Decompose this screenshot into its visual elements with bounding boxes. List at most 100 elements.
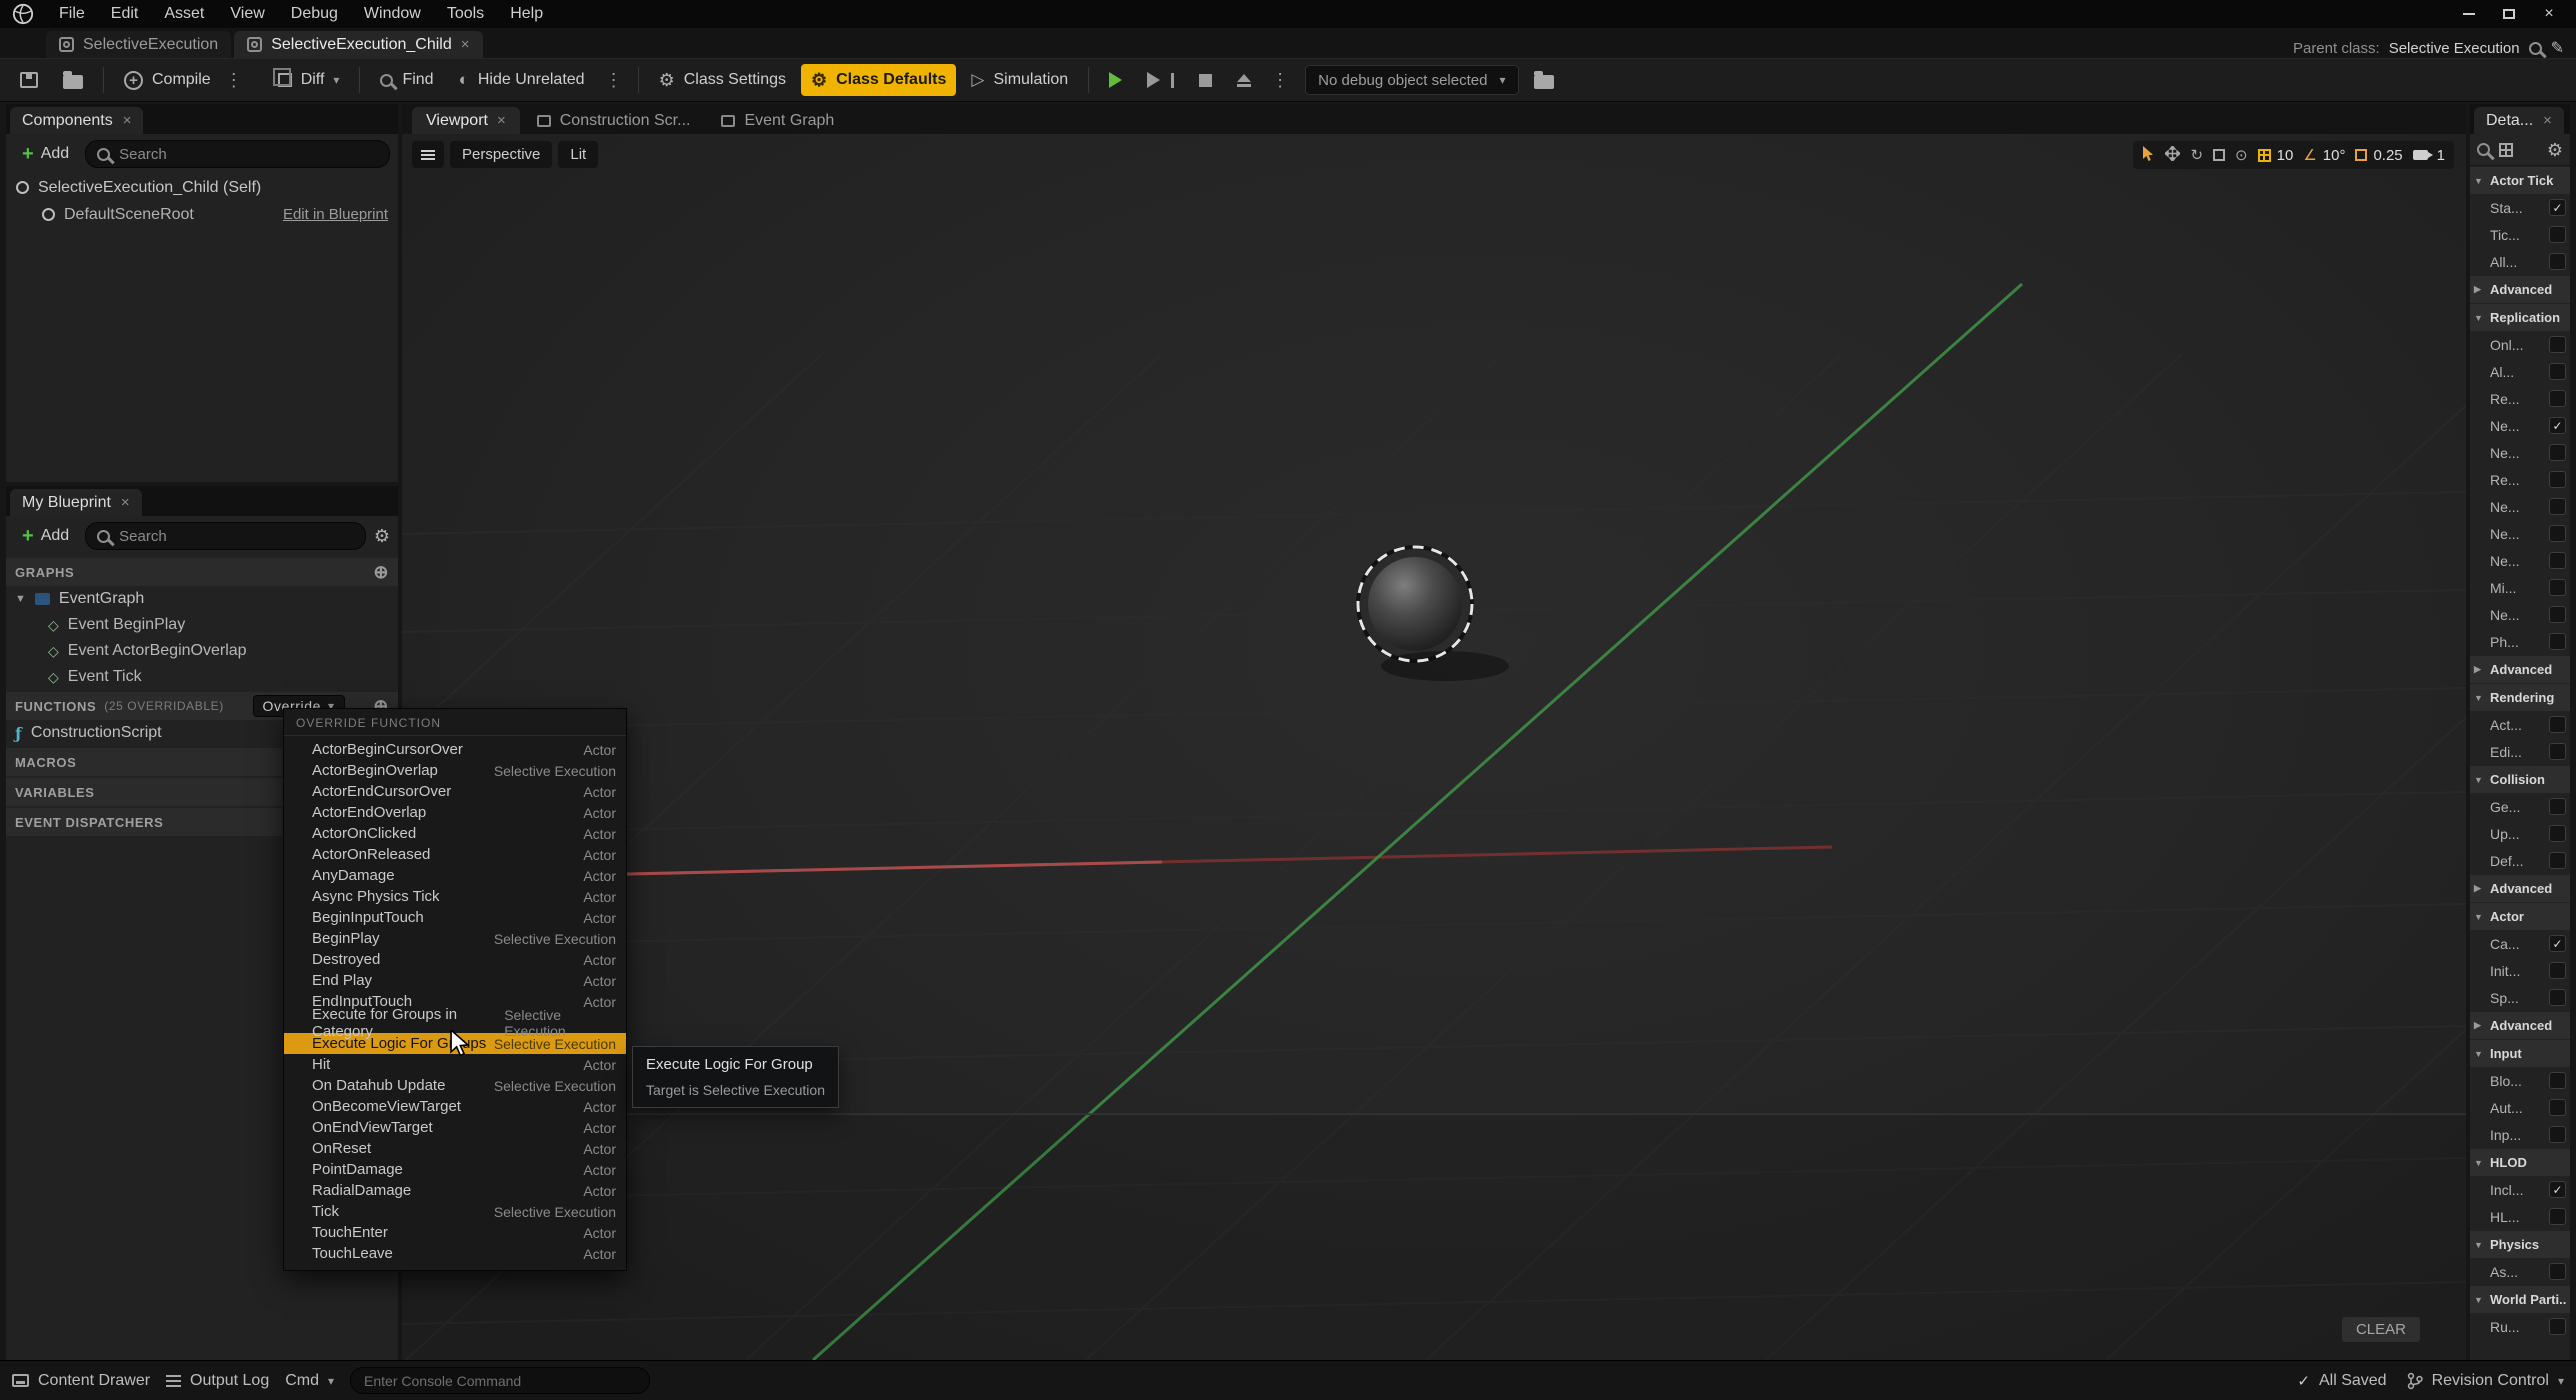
details-row[interactable]: Ne...: [2470, 601, 2570, 628]
event-node-row[interactable]: ◇ Event ActorBeginOverlap: [6, 638, 398, 664]
override-menu-item[interactable]: PointDamage Actor: [284, 1159, 626, 1180]
expander-arrow-icon[interactable]: [2474, 1240, 2486, 1250]
details-row[interactable]: Actor Tick: [2470, 167, 2570, 194]
checkbox[interactable]: [2549, 226, 2566, 243]
details-row[interactable]: Ne...: [2470, 547, 2570, 574]
revision-control-button[interactable]: Revision Control ▾: [2407, 1372, 2564, 1390]
menu-item[interactable]: Tools: [434, 0, 497, 28]
checkbox[interactable]: [2549, 716, 2566, 733]
checkbox[interactable]: [2549, 444, 2566, 461]
eventgraph-row[interactable]: ▼ EventGraph: [6, 586, 398, 612]
details-row[interactable]: Incl...: [2470, 1176, 2570, 1203]
event-node-row[interactable]: ◇ Event BeginPlay: [6, 612, 398, 638]
details-row[interactable]: Ne...: [2470, 412, 2570, 439]
close-tab-icon[interactable]: ×: [2543, 112, 2552, 129]
override-menu-item[interactable]: ActorEndOverlap Actor: [284, 802, 626, 823]
override-menu-item[interactable]: BeginPlay Selective Execution: [284, 928, 626, 949]
checkbox[interactable]: [2549, 552, 2566, 569]
checkbox[interactable]: [2549, 1263, 2566, 1280]
details-row[interactable]: Advanced: [2470, 656, 2570, 683]
camera-speed-control[interactable]: 1: [2413, 147, 2445, 164]
menu-item[interactable]: Window: [351, 0, 434, 28]
class-settings-button[interactable]: ⚙ Class Settings: [649, 64, 796, 96]
menu-item[interactable]: File: [46, 0, 98, 28]
close-tab-icon[interactable]: ×: [497, 112, 506, 129]
details-row[interactable]: Ru...: [2470, 1313, 2570, 1340]
override-menu-item[interactable]: TouchEnter Actor: [284, 1222, 626, 1243]
asset-tab[interactable]: SelectiveExecution ×: [46, 31, 231, 58]
details-row[interactable]: Inp...: [2470, 1121, 2570, 1148]
details-row[interactable]: HL...: [2470, 1203, 2570, 1230]
override-menu-item[interactable]: On Datahub Update Selective Execution: [284, 1075, 626, 1096]
edit-in-blueprint-link[interactable]: Edit in Blueprint: [283, 206, 388, 223]
menu-item[interactable]: View: [217, 0, 277, 28]
menu-item[interactable]: Debug: [278, 0, 351, 28]
checkbox[interactable]: [2549, 852, 2566, 869]
expander-arrow-icon[interactable]: [2474, 912, 2486, 922]
details-row[interactable]: Act...: [2470, 711, 2570, 738]
details-row[interactable]: Advanced: [2470, 1012, 2570, 1039]
save-status[interactable]: ✓ All Saved: [2297, 1372, 2386, 1390]
asset-tab[interactable]: SelectiveExecution_Child ×: [234, 31, 482, 58]
close-tab-icon[interactable]: ×: [461, 36, 470, 53]
checkbox[interactable]: [2549, 417, 2566, 434]
override-menu-item[interactable]: ActorOnClicked Actor: [284, 823, 626, 844]
stop-button[interactable]: [1189, 64, 1222, 96]
details-row[interactable]: Sp...: [2470, 984, 2570, 1011]
console-command-input[interactable]: [350, 1367, 650, 1394]
details-row[interactable]: Advanced: [2470, 276, 2570, 303]
expander-arrow-icon[interactable]: [2474, 176, 2486, 186]
class-defaults-button[interactable]: ⚙ Class Defaults: [801, 64, 956, 96]
checkbox[interactable]: [2549, 498, 2566, 515]
maximize-button[interactable]: [2492, 3, 2526, 25]
expander-arrow-icon[interactable]: [2474, 664, 2486, 675]
override-menu-item[interactable]: TouchLeave Actor: [284, 1243, 626, 1264]
details-row[interactable]: Ne...: [2470, 493, 2570, 520]
override-menu-item[interactable]: Async Physics Tick Actor: [284, 886, 626, 907]
add-new-button[interactable]: + Add: [14, 522, 77, 550]
details-row[interactable]: Al...: [2470, 358, 2570, 385]
close-button[interactable]: ×: [2532, 3, 2566, 25]
lit-mode-button[interactable]: Lit: [558, 141, 598, 168]
override-menu-item[interactable]: ActorBeginCursorOver Actor: [284, 739, 626, 760]
expander-arrow-icon[interactable]: [2474, 284, 2486, 295]
event-node-row[interactable]: ◇ Event Tick: [6, 664, 398, 690]
checkbox[interactable]: [2549, 798, 2566, 815]
document-tab[interactable]: Construction Scr... ×: [523, 107, 705, 134]
menu-item[interactable]: Help: [497, 0, 556, 28]
override-menu-item[interactable]: BeginInputTouch Actor: [284, 907, 626, 928]
details-row[interactable]: Init...: [2470, 957, 2570, 984]
details-row[interactable]: Actor: [2470, 903, 2570, 930]
details-row[interactable]: Up...: [2470, 820, 2570, 847]
eject-button[interactable]: [1227, 64, 1261, 96]
details-row[interactable]: Ge...: [2470, 793, 2570, 820]
details-row[interactable]: Tic...: [2470, 221, 2570, 248]
checkbox[interactable]: [2549, 525, 2566, 542]
details-row[interactable]: Physics: [2470, 1231, 2570, 1258]
hide-unrelated-button[interactable]: ◐ Hide Unrelated: [449, 64, 595, 96]
world-space-icon[interactable]: ⊙: [2235, 148, 2248, 163]
checkbox[interactable]: [2549, 253, 2566, 270]
details-row[interactable]: Def...: [2470, 847, 2570, 874]
override-menu-item[interactable]: OnReset Actor: [284, 1138, 626, 1159]
details-row[interactable]: Input: [2470, 1040, 2570, 1067]
close-tab-icon[interactable]: ×: [123, 112, 132, 129]
details-row[interactable]: Ne...: [2470, 520, 2570, 547]
search-icon[interactable]: [2529, 42, 2542, 55]
details-row[interactable]: As...: [2470, 1258, 2570, 1285]
expander-arrow-icon[interactable]: [2474, 1295, 2486, 1305]
expander-arrow-icon[interactable]: ▼: [15, 593, 26, 605]
compile-options-icon[interactable]: ⋮: [220, 70, 248, 91]
checkbox[interactable]: [2549, 579, 2566, 596]
scale-snap-control[interactable]: 0.25: [2355, 147, 2402, 164]
frame-skip-button[interactable]: [1137, 64, 1184, 96]
components-tab[interactable]: Components ×: [10, 107, 143, 134]
checkbox[interactable]: [2549, 633, 2566, 650]
component-tree-row[interactable]: SelectiveExecution_Child (Self): [6, 174, 398, 201]
details-row[interactable]: Sta...: [2470, 194, 2570, 221]
checkbox[interactable]: [2549, 989, 2566, 1006]
checkbox[interactable]: [2549, 1208, 2566, 1225]
details-row[interactable]: Collision: [2470, 766, 2570, 793]
details-row[interactable]: Aut...: [2470, 1094, 2570, 1121]
my-blueprint-search-input[interactable]: Search: [85, 522, 366, 550]
